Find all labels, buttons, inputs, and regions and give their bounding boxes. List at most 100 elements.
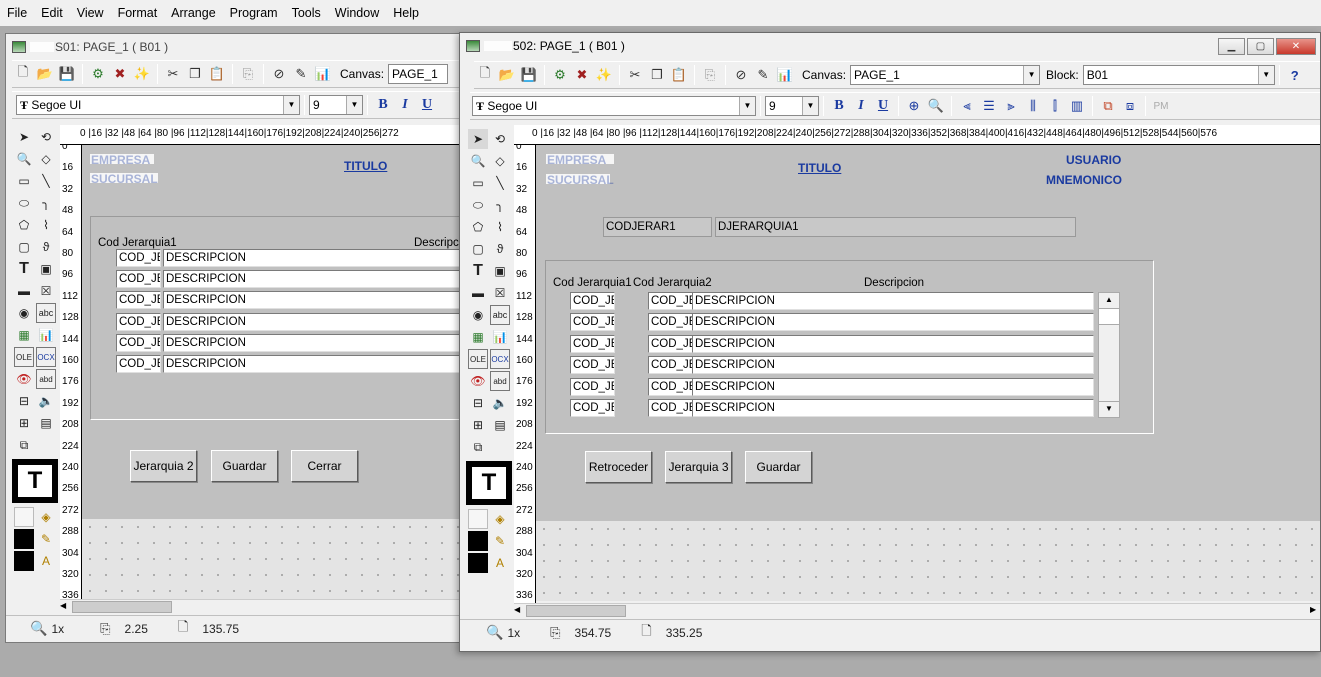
- descripcion-field[interactable]: DESCRIPCION: [692, 356, 1094, 375]
- chevron-down-icon[interactable]: ▼: [1023, 66, 1040, 84]
- cod-jerarquia2-field[interactable]: COD_JE: [648, 356, 693, 375]
- italic-icon[interactable]: I: [851, 96, 871, 116]
- text-icon[interactable]: T: [468, 261, 488, 281]
- help-icon[interactable]: ?: [1285, 65, 1305, 85]
- descripcion-field[interactable]: DESCRIPCION: [692, 313, 1094, 332]
- cerrar-button[interactable]: Cerrar: [291, 450, 358, 482]
- line-color-swatch[interactable]: [468, 531, 488, 551]
- descripcion-field[interactable]: DESCRIPCION: [692, 377, 1094, 396]
- paste-icon[interactable]: 📋: [207, 64, 227, 84]
- descripcion-field[interactable]: DESCRIPCION: [692, 292, 1094, 310]
- align-middle-icon[interactable]: ⫿: [1045, 96, 1065, 116]
- descripcion-field[interactable]: DESCRIPCION: [163, 333, 474, 352]
- jerarquia2-button[interactable]: Jerarquia 2: [130, 450, 197, 482]
- textitem-tool-icon[interactable]: abc: [490, 305, 510, 325]
- text-color-icon[interactable]: A: [36, 551, 56, 571]
- cod-jerarquia-field[interactable]: COD_JE: [116, 355, 161, 373]
- new-icon[interactable]: 🗋: [475, 65, 495, 85]
- underline-icon[interactable]: U: [417, 95, 437, 115]
- rotate-icon[interactable]: ⟲: [490, 129, 510, 149]
- ocx-tool-icon[interactable]: OCX: [490, 349, 510, 369]
- magnify-icon[interactable]: 🔍: [468, 151, 488, 171]
- object-icon[interactable]: ⎘: [700, 65, 720, 85]
- zoom-out-icon[interactable]: 🔍: [926, 96, 946, 116]
- jerarquia3-button[interactable]: Jerarquia 3: [665, 451, 732, 483]
- rounded-rect-icon[interactable]: ▢: [14, 237, 34, 257]
- cod-jerarquia2-field[interactable]: COD_JE: [648, 377, 693, 396]
- object-icon[interactable]: ⎘: [238, 64, 258, 84]
- cod-jerarquia-field[interactable]: COD_JE: [116, 312, 161, 331]
- layout-canvas[interactable]: EMPRESA SUCURSAL TITULO USUARIO MNEMONIC…: [536, 145, 1320, 521]
- clear-icon[interactable]: ⊘: [269, 64, 289, 84]
- window-1-titlebar[interactable]: S01: PAGE_1 ( B01 ): [6, 34, 474, 60]
- align-bottom-icon[interactable]: ▥: [1067, 96, 1087, 116]
- paste-icon[interactable]: 📋: [669, 65, 689, 85]
- sound-tool-icon[interactable]: 🔈: [36, 391, 56, 411]
- menu-file[interactable]: File: [0, 6, 34, 20]
- cod-jerarquia1-field[interactable]: COD_JE: [570, 313, 615, 332]
- arc-icon[interactable]: ╮: [490, 195, 510, 215]
- edit-icon[interactable]: ✎: [753, 65, 773, 85]
- new-icon[interactable]: 🗋: [13, 64, 33, 84]
- zoom-in-icon[interactable]: ⊕: [904, 96, 924, 116]
- ole-tool-icon[interactable]: OLE: [14, 347, 34, 367]
- rectangle-icon[interactable]: ▭: [14, 171, 34, 191]
- stacked-tool-icon[interactable]: ⧉: [14, 435, 34, 455]
- image-tool-icon[interactable]: ▦: [468, 327, 488, 347]
- align-right-icon[interactable]: ⫸: [1001, 96, 1021, 116]
- cod-jerarquia2-field[interactable]: COD_JE: [648, 292, 693, 310]
- underline-icon[interactable]: U: [873, 96, 893, 116]
- sound-tool-icon[interactable]: 🔈: [490, 393, 510, 413]
- save-icon[interactable]: 💾: [57, 64, 77, 84]
- cod-jerarquia1-field[interactable]: COD_JE: [570, 334, 615, 353]
- menu-program[interactable]: Program: [223, 6, 285, 20]
- tab-tool-icon[interactable]: ▤: [490, 415, 510, 435]
- minimize-button[interactable]: ▁: [1218, 38, 1245, 55]
- align-top-icon[interactable]: ⫼: [1023, 96, 1043, 116]
- font-size-select[interactable]: 9 ▼: [765, 96, 819, 116]
- font-name-select[interactable]: Ŧ Segoe UI ▼: [472, 96, 756, 116]
- cod-jerarquia-field[interactable]: COD_JE: [116, 249, 161, 267]
- descripcion-field[interactable]: DESCRIPCION: [692, 334, 1094, 353]
- descripcion-field[interactable]: DESCRIPCION: [163, 249, 474, 267]
- bring-front-icon[interactable]: ⧉: [1098, 96, 1118, 116]
- cod-jerarquia1-field[interactable]: COD_JE: [570, 377, 615, 396]
- cod-jerarquia2-field[interactable]: COD_JE: [648, 313, 693, 332]
- descripcion-field[interactable]: DESCRIPCION: [163, 312, 474, 331]
- reshape-icon[interactable]: ◇: [490, 151, 510, 171]
- italic-icon[interactable]: I: [395, 95, 415, 115]
- frame-icon[interactable]: ▣: [36, 259, 56, 279]
- freehand-icon[interactable]: ϑ: [490, 239, 510, 259]
- polyline-icon[interactable]: ⌇: [36, 215, 56, 235]
- horizontal-scrollbar[interactable]: ◀: [60, 599, 474, 613]
- pointer-icon[interactable]: ➤: [468, 129, 488, 149]
- polyline-icon[interactable]: ⌇: [490, 217, 510, 237]
- debug-icon[interactable]: ✖: [572, 65, 592, 85]
- hierarchy-tool-icon[interactable]: ⊞: [14, 413, 34, 433]
- rectangle-icon[interactable]: ▭: [468, 173, 488, 193]
- cod-jerarquia-field[interactable]: COD_JE: [116, 291, 161, 310]
- line-color-icon[interactable]: ✎: [36, 529, 56, 549]
- open-icon[interactable]: 📂: [35, 64, 55, 84]
- arc-icon[interactable]: ╮: [36, 193, 56, 213]
- rotate-icon[interactable]: ⟲: [36, 127, 56, 147]
- ellipse-icon[interactable]: ⬭: [14, 193, 34, 213]
- clear-icon[interactable]: ⊘: [731, 65, 751, 85]
- cod-jerarquia1-field[interactable]: COD_JE: [570, 292, 615, 310]
- menu-format[interactable]: Format: [111, 6, 165, 20]
- rounded-rect-icon[interactable]: ▢: [468, 239, 488, 259]
- display-item-icon[interactable]: 👁: [468, 371, 488, 391]
- ole-tool-icon[interactable]: OLE: [468, 349, 488, 369]
- ocx-tool-icon[interactable]: OCX: [36, 347, 56, 367]
- layout-canvas[interactable]: EMPRESA SUCURSAL TITULO Cod Jerarquia1 D…: [82, 145, 474, 519]
- polygon-icon[interactable]: ⬠: [468, 217, 488, 237]
- font-name-select[interactable]: Ŧ Segoe UI ▼: [16, 95, 300, 115]
- descripcion-field[interactable]: DESCRIPCION: [163, 270, 474, 289]
- cod-jerarquia1-field[interactable]: COD_JE: [570, 399, 615, 417]
- run-icon[interactable]: ⚙: [550, 65, 570, 85]
- block-select[interactable]: B01 ▼: [1082, 65, 1275, 85]
- line-icon[interactable]: ╲: [36, 171, 56, 191]
- canvas-select[interactable]: PAGE_1 ▼: [850, 65, 1041, 85]
- djerarquia1-field[interactable]: DJERARQUIA1: [715, 217, 1076, 237]
- line-icon[interactable]: ╲: [490, 173, 510, 193]
